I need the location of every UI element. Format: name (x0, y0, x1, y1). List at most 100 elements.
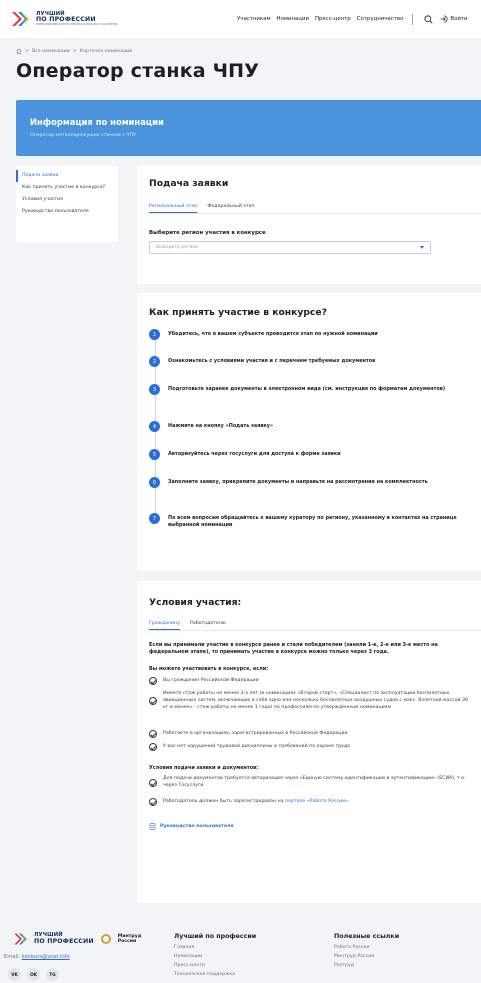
how-to-card: Как принять участие в конкурсе? 1 Убедит… (137, 293, 481, 570)
rabota-russia-link[interactable]: портале «Работа России» (285, 799, 348, 804)
step-text: Убедитесь, что в вашем субъекте проводит… (168, 331, 378, 337)
tabs-divider (149, 630, 481, 631)
documents-text-suffix: . (348, 798, 350, 804)
step-item: 4 Нажмите на кнопку «Подать заявку» (149, 421, 469, 432)
banner-title: Информация по номинации (30, 117, 164, 127)
eligibility-item: Работаете в организациях, зарегистрирова… (149, 730, 474, 738)
step-number: 7 (149, 513, 160, 524)
logo-icon (14, 933, 28, 945)
check-circle-icon (149, 677, 157, 685)
eligibility-title: Вы можете участвовать в конкурсе, если: (149, 666, 269, 672)
check-circle-icon (149, 778, 157, 787)
step-text: Нажмите на кнопку «Подать заявку» (168, 423, 274, 429)
top-header: ЛУЧШИЙ ПО ПРОФЕССИИ ВСЕРОССИЙСКИЙ КОНКУР… (0, 0, 481, 38)
application-title: Подача заявки (149, 178, 229, 189)
tab-federal-stage[interactable]: Федеральный этап (207, 204, 254, 213)
footer-logo[interactable]: ЛУЧШИЙ ПО ПРОФЕССИИ (14, 932, 94, 946)
stage-tabs: Региональный этап Федеральный этап (149, 204, 255, 213)
documents-item: Для подачи документов требуется авториза… (149, 776, 474, 790)
breadcrumb-separator: > (72, 48, 77, 54)
search-icon[interactable] (422, 13, 434, 25)
footer-logo-line2: ПО ПРОФЕССИИ (34, 937, 94, 945)
step-number: 2 (149, 356, 160, 367)
site-logo[interactable]: ЛУЧШИЙ ПО ПРОФЕССИИ ВСЕРОССИЙСКИЙ КОНКУР… (12, 10, 118, 28)
step-item: 1 Убедитесь, что в вашем субъекте провод… (149, 329, 469, 340)
check-circle-icon (149, 798, 157, 806)
step-item: 6 Заполните заявку, прикрепите документы… (149, 477, 469, 488)
footer-link-home[interactable]: Главная (174, 944, 256, 953)
breadcrumb: > Все номинации > Карточка номинации (16, 48, 132, 54)
conditions-card: Условия участия: Гражданину Работодателю… (137, 581, 481, 903)
breadcrumb-all-nominations[interactable]: Все номинации (32, 49, 70, 54)
breadcrumb-current: Карточка номинации (79, 48, 133, 54)
nav-cooperation[interactable]: Сотрудничество (357, 16, 404, 22)
footer-column-title: Лучший по профессии (174, 933, 257, 940)
eligibility-text: У вас нет нарушений трудовой дисциплины … (163, 743, 351, 749)
user-guide-link[interactable]: Руководство пользователя (149, 823, 233, 830)
telegram-icon[interactable]: TG (46, 968, 59, 981)
footer-column-title: Полезные ссылки (334, 933, 400, 940)
check-circle-icon (149, 730, 157, 738)
conditions-tabs: Гражданину Работодателю (149, 621, 226, 630)
region-select-placeholder: Выберите регион (156, 245, 199, 250)
step-number: 4 (149, 421, 160, 432)
footer-link-rostrud[interactable]: Роструд (334, 962, 399, 971)
conditions-title: Условия участия: (149, 597, 242, 608)
how-to-title: Как принять участие в конкурсе? (149, 307, 327, 318)
nav-press-center[interactable]: Пресс-центр (315, 16, 351, 22)
step-text: Ознакомьтесь с условиями участия и с пер… (168, 358, 376, 364)
odnoklassniki-icon[interactable]: OK (27, 968, 40, 981)
footer-link-press[interactable]: Пресс-центр (174, 962, 256, 971)
documents-text-prefix: Работодатель должен быть зарегистрирован… (163, 798, 285, 804)
breadcrumb-separator: > (25, 48, 29, 54)
step-item: 7 По всем вопросам обращайтесь к вашему … (149, 513, 469, 529)
sidebar-item-user-guide[interactable]: Руководство пользователя (16, 206, 118, 218)
step-number: 3 (149, 384, 160, 395)
application-card: Подача заявки Региональный этап Федераль… (137, 166, 481, 284)
step-text: Авторизуйтесь через госуслуги для доступ… (168, 451, 341, 457)
nav-nominations[interactable]: Номинации (277, 16, 309, 22)
chevron-down-icon (420, 246, 424, 249)
eligibility-item: Вы гражданин Российской Федерации (149, 677, 474, 685)
step-text: Заполните заявку, прикрепите документы и… (168, 479, 428, 485)
sidebar-item-application[interactable]: Подача заявки (16, 170, 118, 183)
page-title: Оператор станка ЧПУ (16, 60, 260, 82)
footer-link-rabota[interactable]: Работа России (334, 944, 399, 953)
tab-employer[interactable]: Работодателю (190, 621, 226, 630)
step-item: 2 Ознакомьтесь с условиями участия и с п… (149, 356, 469, 367)
ministry-emblem-icon (100, 934, 111, 944)
step-item: 5 Авторизуйтесь через госуслуги для дост… (149, 449, 469, 460)
check-circle-icon (149, 697, 157, 706)
documents-text: Работодатель должен быть зарегистрирован… (163, 799, 350, 806)
social-links: VK OK TG (8, 968, 59, 981)
step-text: Подготовьте заранее документы в электрон… (168, 386, 446, 392)
eligibility-text: Вы гражданин Российской Федерации (163, 677, 259, 683)
footer-column-links: Полезные ссылки Работа России Минтруд Ро… (334, 933, 399, 971)
tabs-divider (149, 213, 481, 214)
footer-logos: ЛУЧШИЙ ПО ПРОФЕССИИ Минтруд России (14, 932, 148, 946)
documents-item: Работодатель должен быть зарегистрирован… (149, 798, 474, 806)
footer-link-support[interactable]: Техническая поддержка (174, 971, 256, 980)
login-button[interactable]: Войти (440, 15, 468, 23)
step-number: 6 (149, 477, 160, 488)
home-icon[interactable] (16, 48, 22, 54)
footer-link-mintrud[interactable]: Минтруд России (334, 953, 399, 962)
sidebar-item-conditions[interactable]: Условия участия (16, 194, 118, 206)
tab-regional-stage[interactable]: Региональный этап (149, 204, 198, 213)
logo-icon (12, 12, 29, 26)
banner-subtitle: Оператор металлорежущих станков с ЧПУ (30, 133, 136, 138)
email-link[interactable]: konkurs@vcot.info (22, 954, 70, 960)
footer-link-nominations[interactable]: Номинации (174, 953, 256, 962)
step-item: 3 Подготовьте заранее документы в электр… (149, 384, 469, 395)
user-guide-label: Руководство пользователя (160, 824, 234, 829)
login-label: Войти (450, 16, 468, 22)
step-number: 1 (149, 329, 160, 340)
nav-participants[interactable]: Участникам (237, 16, 271, 22)
step-text: По всем вопросам обращайтесь к вашему ку… (168, 515, 457, 529)
sidebar-item-how-to[interactable]: Как принять участие в конкурсе? (16, 182, 118, 194)
tab-citizen[interactable]: Гражданину (149, 621, 180, 630)
login-icon (441, 15, 448, 23)
region-select[interactable]: Выберите регион (149, 241, 431, 254)
step-number: 5 (149, 449, 160, 460)
vk-icon[interactable]: VK (8, 968, 21, 981)
